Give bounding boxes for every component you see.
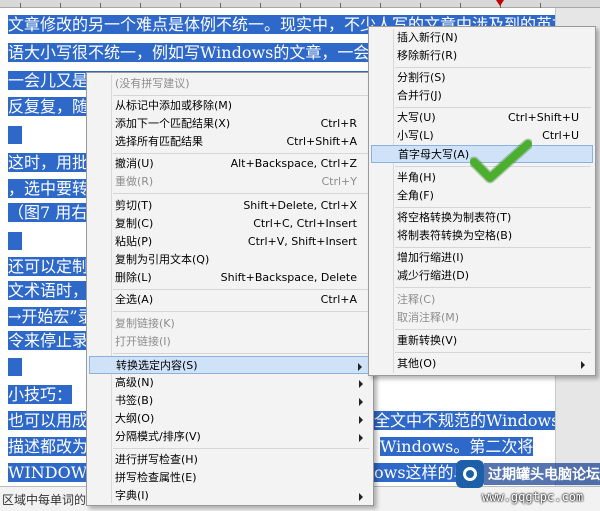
submenu-item-other[interactable]: 其他(O) — [371, 355, 593, 373]
forum-logo-icon — [456, 460, 484, 488]
submenu-item-tabs-to-spaces[interactable]: 将制表符转换为空格(B) — [371, 227, 593, 245]
watermark-url: www.gqgtpc.com — [482, 490, 584, 504]
doc-line: Windows。第二次将 — [380, 437, 534, 456]
menu-item-separator-mode-sort[interactable]: 分隔模式/排序(V) — [89, 428, 371, 446]
watermark-title: 过期罐头电脑论坛 — [484, 463, 600, 485]
submenu-item-comment: 注释(C) — [397, 293, 436, 306]
menu-item-add-next-match[interactable]: 添加下一个匹配结果(X) Ctrl+R — [89, 115, 371, 133]
submenu-item-spaces-to-tabs[interactable]: 将空格转换为制表符(T) — [371, 209, 593, 227]
menu-item-advanced[interactable]: 高级(N) — [89, 374, 371, 392]
menu-item-delete[interactable]: 删除(L) Shift+Backspace, Delete — [89, 269, 371, 287]
context-menu: (没有拼写建议) 从标记中添加或移除(M) 添加下一个匹配结果(X) Ctrl+R… — [86, 72, 374, 506]
menu-item-spell-check-properties[interactable]: 拼写检查属性(E) — [89, 469, 371, 487]
menu-item-add-remove-marker[interactable]: 从标记中添加或移除(M) — [89, 97, 371, 115]
menu-item-copy-link: 复制链接(K) — [115, 317, 175, 330]
chevron-right-icon — [359, 493, 363, 501]
ruler-marker[interactable] — [496, 0, 504, 6]
submenu-item-split-lines[interactable]: 分割行(S) — [371, 69, 593, 87]
menu-item-paste[interactable]: 粘贴(P) Ctrl+V, Shift+Insert — [89, 233, 371, 251]
menu-item-copy[interactable]: 复制(C) Ctrl+C, Ctrl+Insert — [89, 215, 371, 233]
menu-item-open-link: 打开链接(I) — [115, 335, 171, 348]
menu-item-cut[interactable]: 剪切(T) Shift+Delete, Ctrl+X — [89, 197, 371, 215]
submenu-item-insert-newline[interactable]: 插入新行(N) — [371, 29, 593, 47]
menu-item-undo[interactable]: 撤消(U) Alt+Backspace, Ctrl+Z — [89, 155, 371, 173]
menu-item-no-spelling-suggestions: (没有拼写建议) — [115, 77, 190, 90]
doc-line: 小技巧： — [8, 385, 73, 404]
chevron-right-icon — [359, 380, 363, 388]
submenu-item-reconvert[interactable]: 重新转换(V) — [371, 332, 593, 350]
chevron-right-icon — [358, 363, 362, 371]
menu-item-convert-selection[interactable]: 转换选定内容(S) — [89, 356, 371, 374]
checkmark-icon — [470, 138, 532, 184]
doc-line: 全文中不规范的Windows — [374, 411, 560, 430]
menu-item-select-all[interactable]: 全选(A) Ctrl+A — [89, 291, 371, 309]
chevron-right-icon — [359, 398, 363, 406]
menu-item-outline[interactable]: 大纲(O) — [89, 410, 371, 428]
chevron-right-icon — [581, 361, 585, 369]
chevron-right-icon — [359, 434, 363, 442]
menu-item-bookmarks[interactable]: 书签(B) — [89, 392, 371, 410]
submenu-item-remove-newline[interactable]: 移除新行(R) — [371, 47, 593, 65]
submenu-item-join-lines[interactable]: 合并行(J) — [371, 87, 593, 105]
submenu-item-uncomment: 取消注释(M) — [397, 311, 460, 324]
empty-line-selection — [8, 232, 22, 250]
doc-line: 语大小写很不统一，例如写Windows的文章，一会儿写为 — [8, 43, 418, 62]
submenu-item-uppercase[interactable]: 大写(U) Ctrl+Shift+U — [371, 109, 593, 127]
menu-item-spell-check[interactable]: 进行拼写检查(H) — [89, 451, 371, 469]
doc-line: →开始宏”录 — [8, 307, 94, 326]
submenu-item-decrease-indent[interactable]: 减少行缩进(D) — [371, 267, 593, 285]
submenu-item-full-width[interactable]: 全角(F) — [371, 187, 593, 205]
chevron-right-icon — [359, 416, 363, 424]
ruler — [0, 0, 600, 8]
empty-line-selection — [8, 126, 22, 144]
menu-item-redo: 重做(R) Ctrl+Y — [115, 175, 357, 188]
submenu-item-increase-indent[interactable]: 增加行缩进(I) — [371, 249, 593, 267]
menu-item-copy-as-quote[interactable]: 复制为引用文本(Q) — [89, 251, 371, 269]
watermark: 过期罐头电脑论坛 www.gqgtpc.com — [454, 458, 600, 508]
convert-submenu: 插入新行(N) 移除新行(R) 分割行(S) 合并行(J) 大写(U) Ctrl+… — [368, 26, 596, 376]
empty-line-selection — [8, 358, 22, 376]
menu-item-dictionary[interactable]: 字典(I) — [89, 487, 371, 505]
menu-item-select-all-matches[interactable]: 选择所有匹配结果 Ctrl+Shift+A — [89, 133, 371, 151]
